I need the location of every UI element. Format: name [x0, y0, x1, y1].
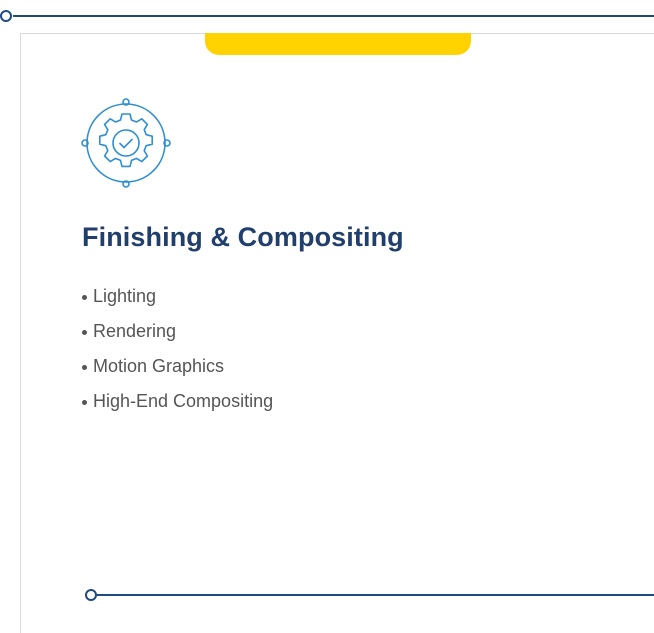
list-item: High-End Compositing: [82, 389, 273, 424]
bullet-icon: [82, 329, 87, 335]
service-list: Lighting Rendering Motion Graphics High-…: [82, 284, 273, 424]
bottom-divider-line: [96, 594, 654, 596]
top-divider-line: [13, 15, 654, 17]
list-item: Rendering: [82, 319, 273, 354]
list-item-label: Lighting: [93, 286, 157, 306]
bullet-icon: [82, 294, 87, 300]
card-title: Finishing & Compositing: [82, 222, 404, 252]
list-item: Lighting: [82, 284, 273, 319]
top-line-endpoint-dot: [0, 10, 12, 22]
bullet-icon: [82, 364, 87, 370]
list-item-label: High-End Compositing: [93, 391, 274, 411]
list-item-label: Motion Graphics: [93, 356, 225, 376]
bullet-icon: [82, 399, 87, 405]
card-accent-tab: [205, 33, 471, 55]
list-item-label: Rendering: [93, 321, 177, 341]
list-item: Motion Graphics: [82, 354, 273, 389]
gear-check-icon: [79, 96, 173, 190]
